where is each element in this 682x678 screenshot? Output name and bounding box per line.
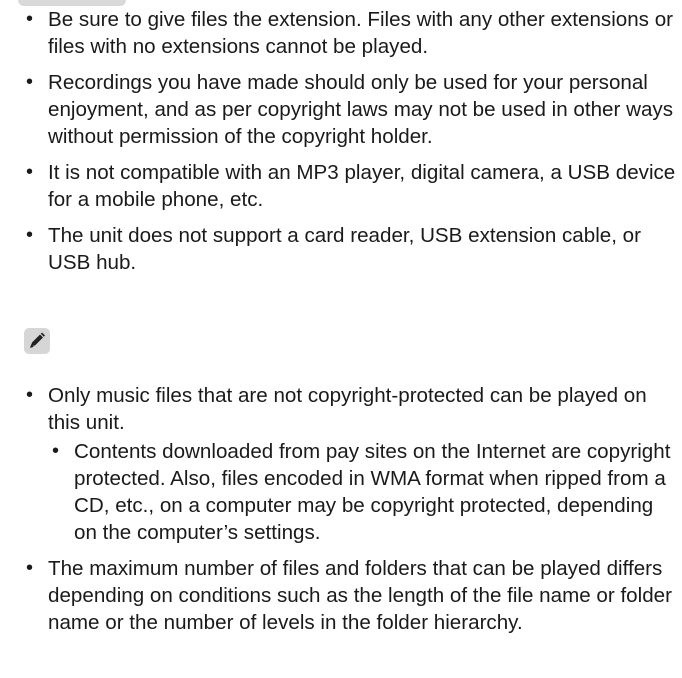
bullet: • [26,161,34,183]
bullet: • [26,557,34,579]
list-item: • Recordings you have made should only b… [22,69,677,150]
list-item-text: Be sure to give files the extension. Fil… [48,8,674,58]
list-item: • Be sure to give files the extension. F… [22,6,677,60]
list-item: • Only music files that are not copyrigh… [22,382,677,546]
sub-list-item: • Contents downloaded from pay sites on … [48,438,677,546]
list-item-text: It is not compatible with an MP3 player,… [48,161,676,211]
list-item-text: Only music files that are not copyright-… [48,384,647,434]
bullet: • [26,224,34,246]
list-item: • The maximum number of files and folder… [22,555,677,636]
bullet: • [52,440,60,462]
list-item-text: The unit does not support a card reader,… [48,224,641,274]
list-item-text: Recordings you have made should only be … [48,71,674,148]
bullet: • [26,71,34,93]
pencil-icon-glyph [30,332,45,348]
list-item: • It is not compatible with an MP3 playe… [22,159,677,213]
sub-list-item-text: Contents downloaded from pay sites on th… [74,440,671,544]
manual-page: • Be sure to give files the extension. F… [0,0,682,678]
bullet: • [26,384,34,406]
sub-list: • Contents downloaded from pay sites on … [48,438,677,546]
caution-list: • Be sure to give files the extension. F… [22,6,677,285]
list-item-text: The maximum number of files and folders … [48,557,672,634]
list-item: • The unit does not support a card reade… [22,222,677,276]
bullet: • [26,8,34,30]
note-list: • Only music files that are not copyrigh… [22,382,677,645]
pencil-icon [24,328,50,354]
